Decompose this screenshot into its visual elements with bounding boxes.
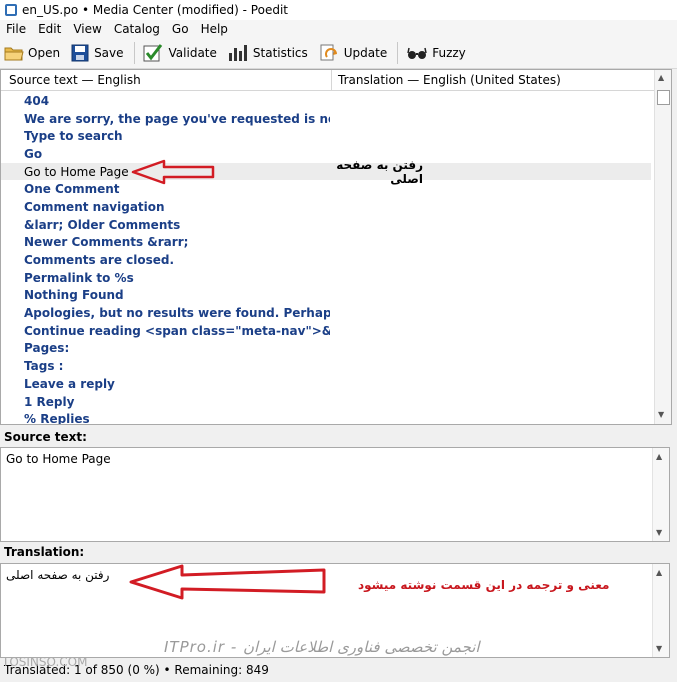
table-row-selected[interactable]: Go to Home Page رفتن به صفحه اصلی bbox=[1, 158, 651, 186]
table-row[interactable]: Type to search bbox=[1, 127, 651, 145]
menu-edit[interactable]: Edit bbox=[32, 22, 67, 36]
validate-button[interactable]: Validate bbox=[139, 40, 221, 66]
save-button[interactable]: Save bbox=[66, 40, 127, 66]
row-source: % Replies bbox=[24, 412, 90, 425]
table-row[interactable]: % Replies bbox=[1, 410, 651, 425]
row-source: Nothing Found bbox=[24, 288, 124, 303]
statistics-label: Statistics bbox=[252, 46, 308, 60]
menu-file[interactable]: File bbox=[0, 22, 32, 36]
scroll-down-icon[interactable]: ▼ bbox=[656, 528, 662, 537]
toolbar: Open Save Validate Statistics Update Fuz… bbox=[0, 38, 677, 69]
menu-help[interactable]: Help bbox=[195, 22, 234, 36]
translation-text-value[interactable]: رفتن به صفحه اصلی bbox=[6, 568, 109, 582]
table-row[interactable]: 404 bbox=[1, 92, 651, 110]
window-title: en_US.po • Media Center (modified) - Poe… bbox=[22, 3, 288, 17]
scroll-up-icon[interactable]: ▲ bbox=[656, 452, 662, 461]
list-scrollbar[interactable]: ▲ ▼ bbox=[654, 70, 671, 424]
save-label: Save bbox=[94, 46, 124, 60]
column-header-source[interactable]: Source text — English bbox=[1, 70, 332, 90]
status-bar: Translated: 1 of 850 (0 %) • Remaining: … bbox=[0, 658, 677, 682]
table-row[interactable]: 1 Reply bbox=[1, 393, 651, 411]
update-label: Update bbox=[343, 46, 388, 60]
scroll-up-icon[interactable]: ▲ bbox=[656, 568, 662, 577]
row-source: &larr; Older Comments bbox=[24, 217, 181, 232]
column-header-translation[interactable]: Translation — English (United States) bbox=[332, 70, 561, 90]
row-source: Type to search bbox=[24, 129, 123, 144]
table-row[interactable]: &larr; Older Comments bbox=[1, 216, 651, 234]
toolbar-separator bbox=[397, 42, 399, 64]
row-source: Tags : bbox=[24, 359, 64, 374]
source-text-box: Go to Home Page ▲ ▼ bbox=[0, 447, 670, 542]
menu-go[interactable]: Go bbox=[166, 22, 195, 36]
menu-bar: File Edit View Catalog Go Help bbox=[0, 20, 677, 38]
table-row[interactable]: Comment navigation bbox=[1, 198, 651, 216]
row-translation: رفتن به صفحه اصلی bbox=[336, 157, 423, 186]
table-row[interactable]: Permalink to %s bbox=[1, 269, 651, 287]
bar-chart-icon bbox=[228, 45, 247, 61]
table-row[interactable]: We are sorry, the page you've requested … bbox=[1, 110, 651, 128]
open-label: Open bbox=[28, 46, 61, 60]
row-source: 1 Reply bbox=[24, 394, 75, 409]
row-source: Continue reading <span class="meta-nav">… bbox=[24, 323, 330, 338]
row-source: We are sorry, the page you've requested … bbox=[24, 111, 330, 126]
annotation-note: معنی و ترجمه در این قسمت نوشته میشود bbox=[358, 578, 610, 592]
table-row[interactable]: Tags : bbox=[1, 357, 651, 375]
fuzzy-button[interactable]: Fuzzy bbox=[402, 40, 470, 66]
source-text-value: Go to Home Page bbox=[6, 452, 111, 466]
list-rows: 404 We are sorry, the page you've reques… bbox=[1, 92, 651, 425]
update-icon bbox=[320, 44, 337, 61]
validate-label: Validate bbox=[168, 46, 217, 60]
glasses-icon bbox=[407, 47, 427, 59]
row-source: Permalink to %s bbox=[24, 270, 134, 285]
translation-scrollbar[interactable]: ▲ ▼ bbox=[652, 564, 669, 657]
annotation-arrow-icon bbox=[129, 564, 326, 600]
scroll-down-icon[interactable]: ▼ bbox=[656, 644, 662, 653]
folder-icon bbox=[4, 47, 24, 61]
table-row[interactable]: Go bbox=[1, 145, 651, 163]
poedit-app-icon bbox=[5, 4, 17, 16]
menu-view[interactable]: View bbox=[67, 22, 107, 36]
fuzzy-label: Fuzzy bbox=[432, 46, 466, 60]
table-row[interactable]: One Comment bbox=[1, 180, 651, 198]
menu-catalog[interactable]: Catalog bbox=[108, 22, 166, 36]
watermark-secondary: TOSINSO.COM bbox=[2, 655, 88, 669]
table-row[interactable]: Nothing Found bbox=[1, 287, 651, 305]
table-row[interactable]: Apologies, but no results were found. Pe… bbox=[1, 304, 651, 322]
list-header: Source text — English Translation — Engl… bbox=[1, 70, 671, 91]
update-button[interactable]: Update bbox=[314, 40, 391, 66]
table-row[interactable]: Pages: bbox=[1, 340, 651, 358]
row-source: Pages: bbox=[24, 341, 70, 356]
floppy-disk-icon bbox=[71, 44, 89, 62]
table-row[interactable]: Leave a reply bbox=[1, 375, 651, 393]
table-row[interactable]: Continue reading <span class="meta-nav">… bbox=[1, 322, 651, 340]
source-text-scrollbar[interactable]: ▲ ▼ bbox=[652, 448, 669, 541]
row-source: 404 bbox=[24, 93, 50, 108]
row-source: Comment navigation bbox=[24, 199, 165, 214]
row-source: Comments are closed. bbox=[24, 253, 175, 268]
entries-list[interactable]: Source text — English Translation — Engl… bbox=[0, 69, 672, 425]
scroll-thumb[interactable] bbox=[657, 90, 670, 105]
scroll-up-icon[interactable]: ▲ bbox=[658, 73, 664, 82]
row-source: Apologies, but no results were found. Pe… bbox=[24, 306, 330, 321]
table-row[interactable]: Comments are closed. bbox=[1, 251, 651, 269]
open-button[interactable]: Open bbox=[0, 40, 64, 66]
translation-label: Translation: bbox=[4, 545, 85, 559]
source-text-label: Source text: bbox=[4, 430, 87, 444]
row-source: Newer Comments &rarr; bbox=[24, 235, 189, 250]
table-row[interactable]: Newer Comments &rarr; bbox=[1, 234, 651, 252]
checkmark-icon bbox=[143, 44, 162, 62]
scroll-down-icon[interactable]: ▼ bbox=[658, 410, 664, 419]
annotation-arrow-icon bbox=[131, 159, 215, 185]
statistics-button[interactable]: Statistics bbox=[223, 40, 312, 66]
watermark: ITPro.ir - انجمن تخصصی فناوری اطلاعات ای… bbox=[164, 638, 480, 656]
title-bar: en_US.po • Media Center (modified) - Poe… bbox=[0, 0, 677, 20]
toolbar-separator bbox=[133, 42, 135, 64]
row-source: Leave a reply bbox=[24, 376, 115, 391]
